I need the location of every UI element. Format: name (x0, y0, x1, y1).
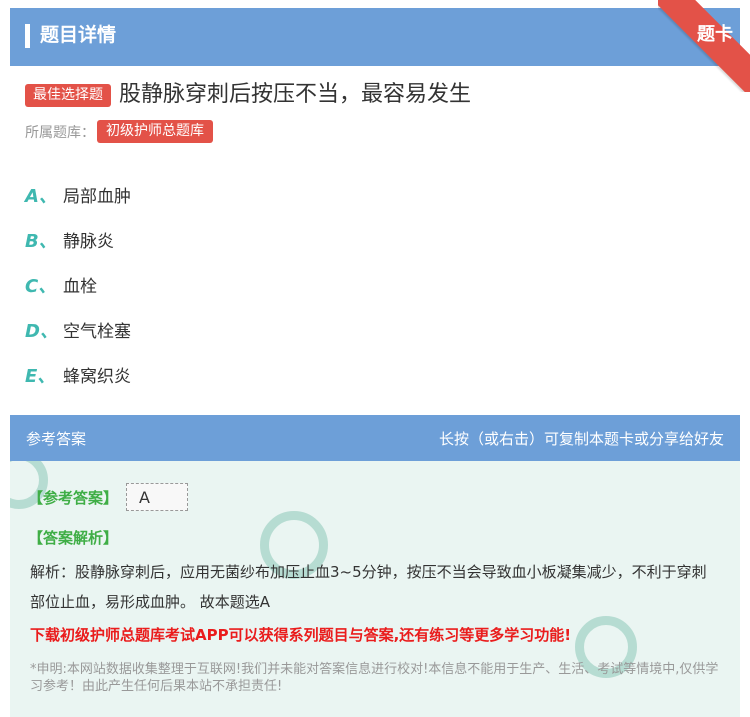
option-d[interactable]: D、 空气栓塞 (25, 307, 131, 352)
bank-label: 所属题库： (25, 124, 95, 141)
option-letter: B、 (25, 230, 57, 252)
option-letter: E、 (25, 365, 56, 387)
option-list: A、 局部血肿 B、 静脉炎 C、 血栓 D、 空气栓塞 E、 蜂窝织炎 (25, 172, 131, 397)
option-a[interactable]: A、 局部血肿 (25, 172, 131, 217)
header-accent-bar (25, 24, 30, 48)
analysis-label: 【答案解析】 (28, 529, 119, 547)
analysis-text: 解析：股静脉穿刺后，应用无菌纱布加压止血3~5分钟，按压不当会导致血小板凝集减少… (30, 563, 707, 611)
option-text: 静脉炎 (63, 232, 114, 252)
option-letter: D、 (25, 320, 58, 342)
ribbon-label: 题卡 (658, 0, 750, 92)
bank-tag-link[interactable]: 初级护师总题库 (97, 120, 213, 143)
option-text: 蜂窝织炎 (63, 367, 131, 387)
option-c[interactable]: C、 血栓 (25, 262, 131, 307)
disclaimer-text: *申明:本网站数据收集整理于互联网!我们并未能对答案信息进行校对!本信息不能用于… (30, 662, 719, 694)
card-ribbon: 题卡 (658, 0, 750, 92)
answer-label: 【参考答案】 (28, 488, 119, 507)
answer-line: 【参考答案】 A (28, 483, 189, 511)
option-b[interactable]: B、 静脉炎 (25, 217, 131, 262)
question-type-badge: 最佳选择题 (25, 83, 111, 107)
page-title: 题目详情 (40, 24, 117, 46)
option-text: 空气栓塞 (63, 322, 131, 342)
title-header: 题目详情 (10, 8, 740, 66)
app-promo-link[interactable]: 下载初级护师总题库考试APP可以获得系列题目与答案,还有练习等更多学习功能! (30, 624, 571, 645)
option-e[interactable]: E、 蜂窝织炎 (25, 352, 131, 397)
option-letter: C、 (25, 275, 57, 297)
option-letter: A、 (25, 185, 57, 207)
option-text: 局部血肿 (63, 187, 131, 207)
share-hint: 长按（或右击）可复制本题卡或分享给好友 (438, 430, 724, 448)
answer-panel: 【参考答案】 A 【答案解析】 解析：股静脉穿刺后，应用无菌纱布加压止血3~5分… (10, 461, 740, 717)
question-line: 最佳选择题 股静脉穿刺后按压不当，最容易发生 (25, 80, 471, 110)
answer-value: A (126, 483, 189, 511)
question-bank-line: 所属题库： 初级护师总题库 (25, 120, 213, 143)
option-text: 血栓 (63, 277, 97, 297)
question-text: 股静脉穿刺后按压不当，最容易发生 (119, 82, 472, 107)
answer-header-title: 参考答案 (26, 430, 87, 448)
answer-header: 参考答案 长按（或右击）可复制本题卡或分享给好友 (10, 415, 740, 461)
